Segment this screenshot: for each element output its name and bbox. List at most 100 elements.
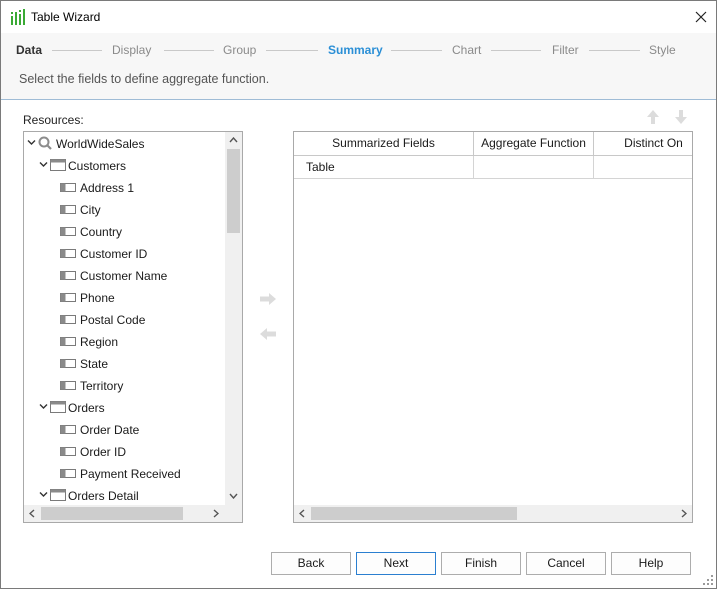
scroll-up-icon[interactable] <box>229 137 238 143</box>
scroll-down-icon[interactable] <box>229 493 238 499</box>
step-connector <box>491 50 541 51</box>
tree-item-label: Customers <box>68 159 127 173</box>
tree-item[interactable]: Country <box>24 220 226 242</box>
tree-item-label: Territory <box>80 379 124 393</box>
step-data[interactable]: Data <box>16 43 42 57</box>
column-header-distinct-on[interactable]: Distinct On <box>594 132 692 156</box>
tree-item[interactable]: City <box>24 198 226 220</box>
step-summary[interactable]: Summary <box>328 43 383 57</box>
wizard-instructions: Select the fields to define aggregate fu… <box>19 72 270 86</box>
tree-item[interactable]: Order Date <box>24 418 226 440</box>
tree-vertical-scrollbar[interactable] <box>225 132 242 505</box>
tree-item[interactable]: Order ID <box>24 440 226 462</box>
tree-item-label: Region <box>80 335 119 349</box>
close-icon <box>695 11 707 23</box>
tree-item[interactable]: Territory <box>24 374 226 396</box>
close-button[interactable] <box>687 5 715 29</box>
field-icon <box>60 293 76 302</box>
tree-item-label: Order ID <box>80 445 127 459</box>
tree-item-label: Customer Name <box>80 269 168 283</box>
table-row-summarized-field[interactable]: Table <box>294 156 474 179</box>
tree-item[interactable]: Orders Detail <box>24 484 226 506</box>
finish-button[interactable]: Finish <box>441 552 521 575</box>
tree-item-label: State <box>80 357 109 371</box>
chevron-down-icon[interactable] <box>39 160 48 169</box>
field-icon <box>60 315 76 324</box>
tree-item[interactable]: Customer ID <box>24 242 226 264</box>
step-connector <box>266 50 318 51</box>
scroll-left-icon[interactable] <box>29 509 35 518</box>
tree-item[interactable]: Customer Name <box>24 264 226 286</box>
back-button[interactable]: Back <box>271 552 351 575</box>
tree-horizontal-scroll-thumb[interactable] <box>41 507 183 520</box>
summary-grid[interactable]: Summarized Fields Aggregate Function Dis… <box>293 131 693 523</box>
tree-horizontal-scrollbar[interactable] <box>24 505 242 522</box>
table-wizard-app-icon <box>11 9 25 25</box>
next-button[interactable]: Next <box>356 552 436 575</box>
step-chart[interactable]: Chart <box>452 43 481 57</box>
table-row-aggregate-function[interactable] <box>474 156 594 179</box>
field-icon <box>60 425 76 434</box>
resources-tree[interactable]: WorldWideSales Customers Address 1 City Coun… <box>23 131 243 523</box>
field-icon <box>60 227 76 236</box>
table-icon <box>50 489 66 501</box>
remove-field-button[interactable] <box>257 324 279 344</box>
arrow-up-icon <box>647 110 659 124</box>
step-connector <box>589 50 640 51</box>
scroll-left-icon[interactable] <box>299 509 305 518</box>
tree-item-label: Order Date <box>80 423 140 437</box>
grid-horizontal-scrollbar[interactable] <box>294 505 692 522</box>
table-icon <box>50 159 66 171</box>
tree-item[interactable]: Address 1 <box>24 176 226 198</box>
table-wizard-window: Table Wizard Data Display Group Summary … <box>0 0 717 589</box>
field-icon <box>60 447 76 456</box>
tree-item-label: WorldWideSales <box>56 137 145 151</box>
resize-grip-icon[interactable] <box>703 575 714 586</box>
tree-item[interactable]: Customers <box>24 154 226 176</box>
step-filter[interactable]: Filter <box>552 43 579 57</box>
window-title: Table Wizard <box>31 10 101 24</box>
scrollbar-corner <box>225 505 242 522</box>
arrow-left-icon <box>260 328 276 340</box>
tree-item[interactable]: Region <box>24 330 226 352</box>
move-up-button[interactable] <box>642 107 664 127</box>
field-icon <box>60 469 76 478</box>
title-bar: Table Wizard <box>1 1 716 33</box>
tree-item-label: Orders Detail <box>68 489 139 503</box>
arrow-right-icon <box>260 293 276 305</box>
wizard-steps: Data Display Group Summary Chart Filter … <box>1 37 716 61</box>
tree-item[interactable]: Postal Code <box>24 308 226 330</box>
table-row-distinct-on[interactable] <box>594 156 692 179</box>
chevron-down-icon[interactable] <box>27 138 36 147</box>
tree-item[interactable]: Phone <box>24 286 226 308</box>
move-down-button[interactable] <box>670 107 692 127</box>
grid-horizontal-scroll-thumb[interactable] <box>311 507 517 520</box>
chevron-down-icon[interactable] <box>39 490 48 499</box>
field-icon <box>60 205 76 214</box>
tree-item[interactable]: Orders <box>24 396 226 418</box>
scroll-right-icon[interactable] <box>681 509 687 518</box>
tree-item[interactable]: Payment Received <box>24 462 226 484</box>
header-divider <box>1 99 716 100</box>
step-connector <box>164 50 214 51</box>
add-field-button[interactable] <box>257 289 279 309</box>
step-style[interactable]: Style <box>649 43 676 57</box>
tree-vertical-scroll-thumb[interactable] <box>227 149 240 233</box>
tree-item-label: City <box>80 203 101 217</box>
step-connector <box>52 50 102 51</box>
step-group[interactable]: Group <box>223 43 256 57</box>
cancel-button[interactable]: Cancel <box>526 552 606 575</box>
column-header-summarized-fields[interactable]: Summarized Fields <box>294 132 474 156</box>
help-button[interactable]: Help <box>611 552 691 575</box>
arrow-down-icon <box>675 110 687 124</box>
step-connector <box>391 50 442 51</box>
step-display[interactable]: Display <box>112 43 151 57</box>
tree-item[interactable]: State <box>24 352 226 374</box>
chevron-down-icon[interactable] <box>39 402 48 411</box>
field-icon <box>60 271 76 280</box>
column-header-aggregate-function[interactable]: Aggregate Function <box>474 132 594 156</box>
scroll-right-icon[interactable] <box>213 509 219 518</box>
tree-item-label: Postal Code <box>80 313 146 327</box>
tree-item[interactable]: WorldWideSales <box>24 132 226 154</box>
resources-label: Resources: <box>23 113 84 127</box>
